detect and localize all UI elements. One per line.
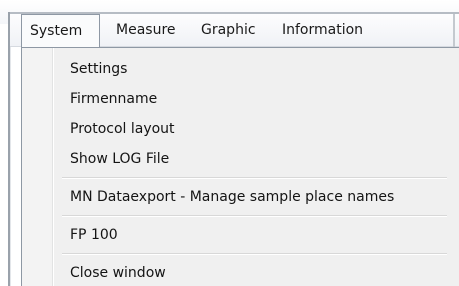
menu-item-close-window[interactable]: Close window [70,259,166,286]
menu-graphic[interactable]: Graphic [193,14,264,47]
menu-item-settings[interactable]: Settings [70,55,127,83]
menu-separator [62,215,447,217]
window-inner-edge [10,14,11,286]
menu-gutter-highlight [53,48,54,286]
menu-information[interactable]: Information [274,14,371,47]
application-window: System Measure Graphic Information Setti… [0,0,459,286]
menu-system[interactable]: System [21,14,100,48]
menu-separator [62,177,447,179]
menu-item-firmenname[interactable]: Firmenname [70,85,157,113]
menu-item-protocol-layout[interactable]: Protocol layout [70,115,175,143]
menu-item-show-log-file[interactable]: Show LOG File [70,145,169,173]
menu-item-mn-dataexport[interactable]: MN Dataexport - Manage sample place name… [70,183,394,211]
menu-icon-gutter [22,48,52,286]
menu-separator [62,253,447,255]
menu-item-fp-100[interactable]: FP 100 [70,221,118,249]
menu-measure[interactable]: Measure [108,14,184,47]
system-dropdown-menu: Settings Firmenname Protocol layout Show… [21,47,459,286]
menu-bar: System Measure Graphic Information [10,14,459,48]
